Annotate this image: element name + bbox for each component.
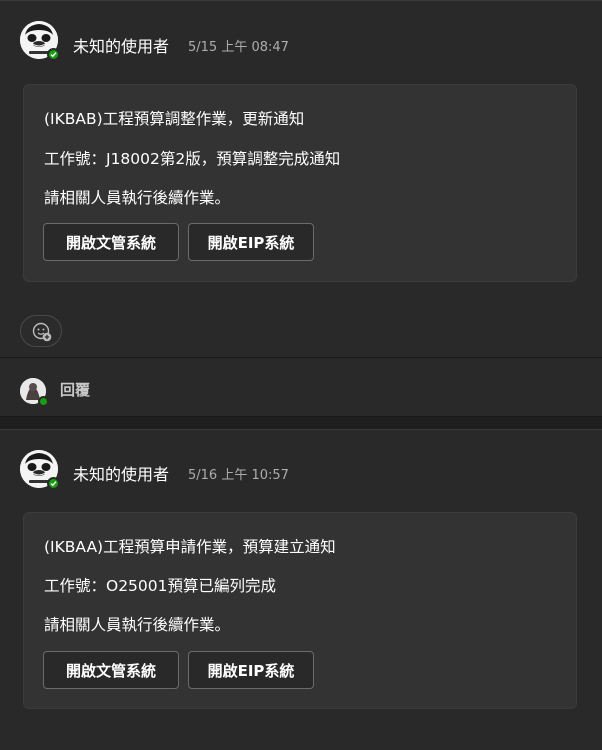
- reply-bar[interactable]: 回覆: [0, 357, 602, 417]
- sender-name: 未知的使用者: [73, 37, 170, 56]
- open-document-system-button[interactable]: 開啟文管系統: [43, 651, 179, 689]
- card-instruction: 請相關人員執行後續作業。: [44, 189, 231, 207]
- card-job-line: 工作號：J18002第2版，預算調整完成通知: [44, 150, 341, 168]
- user-avatar[interactable]: [20, 450, 60, 490]
- card-instruction: 請相關人員執行後續作業。: [44, 616, 231, 634]
- card-job-line: 工作號：O25001預算已編列完成: [44, 577, 277, 595]
- open-eip-system-button[interactable]: 開啟EIP系統: [188, 223, 314, 261]
- open-eip-system-button[interactable]: 開啟EIP系統: [188, 651, 314, 689]
- available-check-icon: [47, 477, 60, 490]
- add-reaction-icon: [32, 322, 52, 342]
- reply-button[interactable]: 回覆: [60, 379, 90, 400]
- available-check-icon: [38, 396, 49, 407]
- open-document-system-button[interactable]: 開啟文管系統: [43, 223, 179, 261]
- message-timestamp: 5/16 上午 10:57: [188, 468, 289, 483]
- add-reaction-button[interactable]: [20, 315, 62, 347]
- message-timestamp: 5/15 上午 08:47: [188, 40, 289, 55]
- card-title: (IKBAB)工程預算調整作業，更新通知: [44, 110, 305, 128]
- notification-card: (IKBAA)工程預算申請作業，預算建立通知 工作號：O25001預算已編列完成…: [23, 512, 577, 709]
- current-user-avatar: [20, 378, 49, 407]
- user-avatar[interactable]: [20, 21, 60, 61]
- available-check-icon: [47, 48, 60, 61]
- sender-name: 未知的使用者: [73, 465, 170, 484]
- notification-card: (IKBAB)工程預算調整作業，更新通知 工作號：J18002第2版，預算調整完…: [23, 84, 577, 282]
- card-title: (IKBAA)工程預算申請作業，預算建立通知: [44, 538, 336, 556]
- message-thread-1: 未知的使用者 5/15 上午 08:47 (IKBAB)工程預算調整作業，更新通…: [0, 0, 602, 357]
